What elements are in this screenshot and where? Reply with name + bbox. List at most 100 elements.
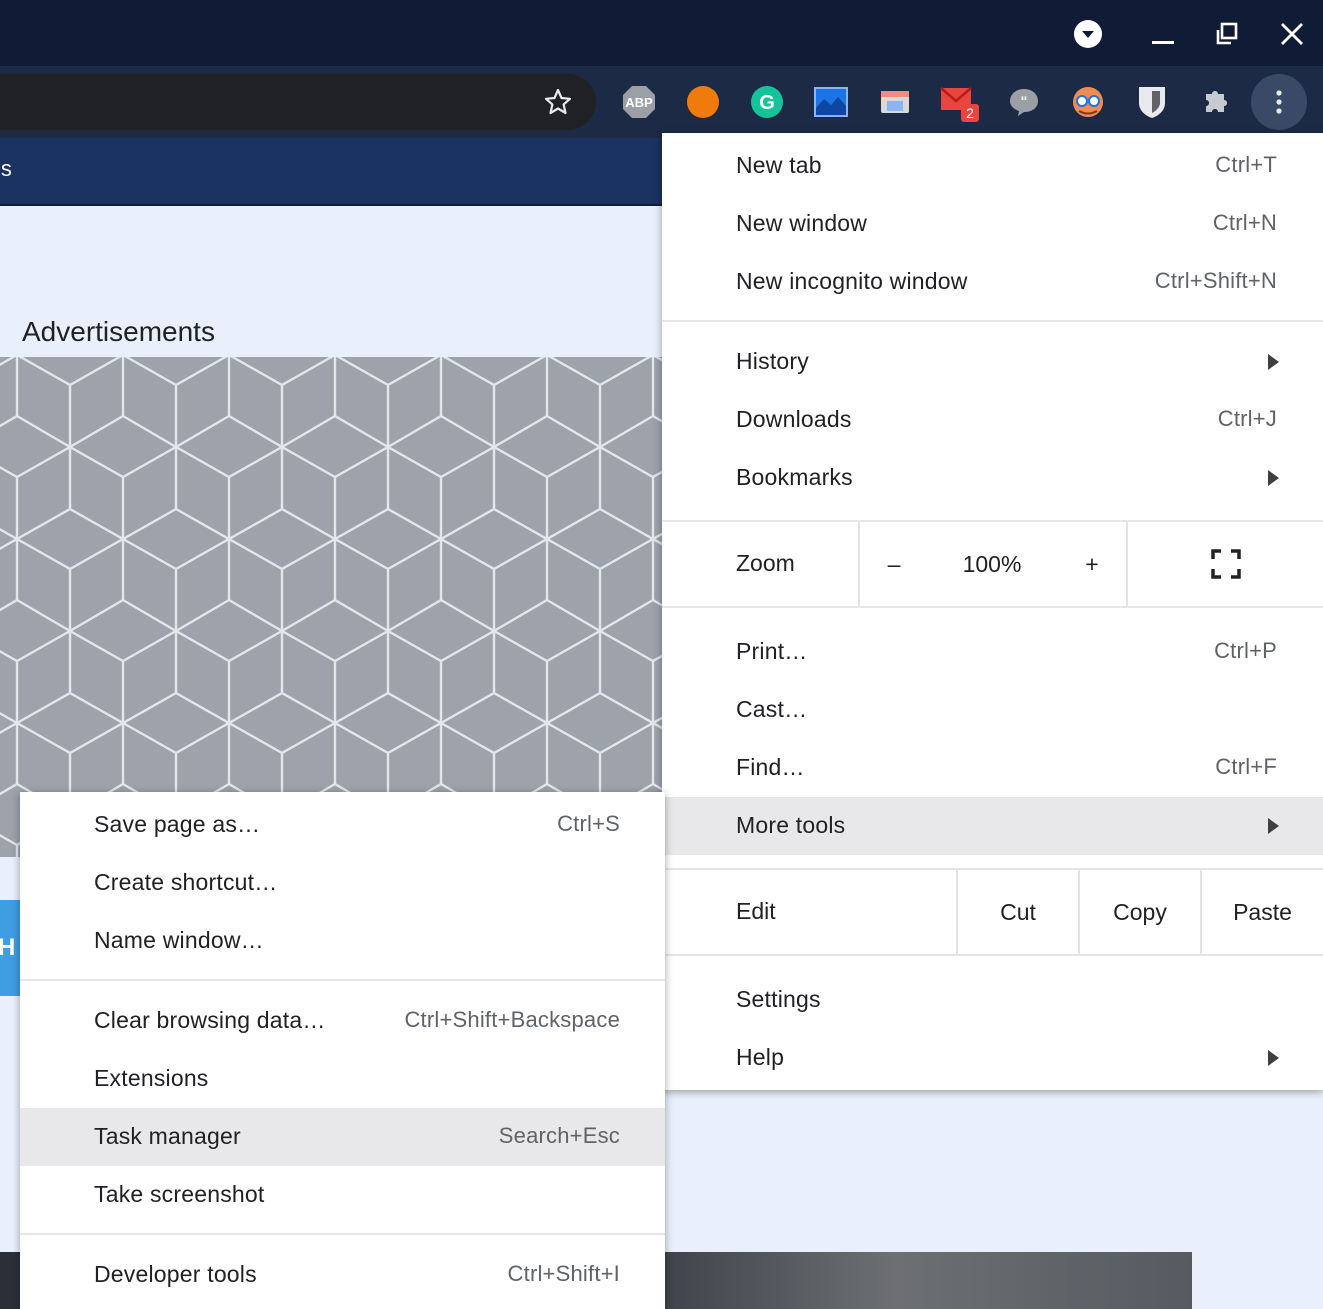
- menu-separator: [662, 954, 1323, 956]
- zoom-label: Zoom: [736, 550, 795, 576]
- copy-button[interactable]: Copy: [1078, 870, 1200, 954]
- menu-item-new-tab[interactable]: New tab Ctrl+T: [662, 137, 1323, 195]
- menu-item-label: Save page as…: [94, 811, 261, 837]
- orange-extension-button[interactable]: [683, 82, 723, 122]
- submenu-arrow-icon: [1268, 1050, 1279, 1066]
- menu-item-find[interactable]: Find… Ctrl+F: [662, 739, 1323, 797]
- address-bar[interactable]: [0, 74, 596, 130]
- fullscreen-icon: [1210, 549, 1241, 579]
- zoom-level: 100%: [962, 550, 1022, 577]
- paste-button[interactable]: Paste: [1200, 870, 1323, 954]
- abp-extension-button[interactable]: ABP: [619, 82, 659, 122]
- chrome-main-menu: New tab Ctrl+T New window Ctrl+N New inc…: [662, 133, 1323, 1090]
- menu-item-label: Clear browsing data…: [94, 1007, 326, 1033]
- menu-item-create-shortcut[interactable]: Create shortcut…: [20, 854, 665, 912]
- bookmark-star-button[interactable]: [538, 84, 578, 120]
- site-nav-link[interactable]: js: [0, 156, 12, 182]
- menu-item-take-screenshot[interactable]: Take screenshot: [20, 1166, 665, 1224]
- restore-button[interactable]: [1205, 12, 1249, 56]
- edit-label: Edit: [736, 898, 776, 924]
- extensions-button[interactable]: [1196, 82, 1236, 122]
- menu-item-name-window[interactable]: Name window…: [20, 912, 665, 970]
- menu-item-history[interactable]: History: [662, 333, 1323, 391]
- minimize-icon: [1152, 41, 1174, 44]
- menu-item-label: Name window…: [94, 927, 264, 953]
- svg-text:2: 2: [966, 105, 974, 121]
- menu-separator: [20, 979, 665, 981]
- menu-item-shortcut: Ctrl+Shift+N: [1154, 268, 1277, 293]
- menu-separator: [20, 1233, 665, 1235]
- star-icon: [544, 88, 572, 115]
- window-extension-button[interactable]: [875, 82, 915, 122]
- advertisement-banner[interactable]: [0, 357, 662, 857]
- menu-item-label: Bookmarks: [736, 464, 853, 490]
- more-tools-submenu: Save page as… Ctrl+S Create shortcut… Na…: [20, 792, 665, 1309]
- menu-item-save-page-as[interactable]: Save page as… Ctrl+S: [20, 796, 665, 854]
- menu-item-print[interactable]: Print… Ctrl+P: [662, 623, 1323, 681]
- edit-row: Edit Cut Copy Paste: [662, 870, 1323, 954]
- svg-text:G: G: [759, 92, 775, 114]
- menu-item-extensions[interactable]: Extensions: [20, 1050, 665, 1108]
- menu-item-developer-tools[interactable]: Developer tools Ctrl+Shift+I: [20, 1246, 665, 1304]
- menu-item-label: New tab: [736, 152, 822, 178]
- fullscreen-button[interactable]: [1126, 522, 1323, 606]
- menu-item-shortcut: Search+Esc: [498, 1123, 620, 1148]
- screenshot-extension-icon: [814, 87, 848, 117]
- menu-item-label: New window: [736, 210, 868, 236]
- avatar-extension-button[interactable]: [1068, 82, 1108, 122]
- menu-item-shortcut: Ctrl+S: [557, 811, 620, 836]
- menu-item-label: Downloads: [736, 406, 852, 432]
- menu-item-bookmarks[interactable]: Bookmarks: [662, 449, 1323, 507]
- submenu-arrow-icon: [1268, 470, 1279, 486]
- menu-item-label: Find…: [736, 754, 805, 780]
- advertisements-heading: Advertisements: [22, 316, 215, 347]
- chrome-menu-button[interactable]: [1251, 74, 1307, 130]
- menu-item-settings[interactable]: Settings: [662, 971, 1323, 1029]
- zoom-out-button[interactable]: –: [858, 522, 928, 606]
- close-window-button[interactable]: [1270, 12, 1314, 56]
- window-extension-icon: [881, 91, 909, 113]
- menu-item-label: Settings: [736, 986, 821, 1012]
- submenu-arrow-icon: [1268, 818, 1279, 834]
- title-bar: [0, 0, 1323, 66]
- tab-search-button[interactable]: [1066, 12, 1110, 56]
- minimize-button[interactable]: [1141, 12, 1185, 56]
- menu-item-more-tools[interactable]: More tools: [662, 797, 1323, 855]
- quote-extension-button[interactable]: ": [1004, 82, 1044, 122]
- vertical-dots-icon: [1276, 90, 1282, 114]
- menu-item-label: More tools: [736, 812, 846, 838]
- shield-extension-button[interactable]: [1132, 82, 1172, 122]
- puzzle-icon: [1206, 91, 1227, 112]
- menu-item-label: Cast…: [736, 696, 808, 722]
- menu-item-clear-browsing-data[interactable]: Clear browsing data… Ctrl+Shift+Backspac…: [20, 992, 665, 1050]
- abp-icon: ABP: [623, 86, 655, 118]
- grammarly-extension-button[interactable]: G: [747, 82, 787, 122]
- grammarly-icon: G: [751, 86, 783, 118]
- cube-pattern-image: [0, 357, 662, 857]
- svg-text:": ": [1021, 93, 1028, 109]
- menu-item-shortcut: Ctrl+F: [1215, 754, 1277, 779]
- side-tab[interactable]: H: [0, 900, 22, 996]
- menu-item-shortcut: Ctrl+P: [1214, 638, 1277, 663]
- menu-item-shortcut: Ctrl+J: [1217, 406, 1277, 431]
- menu-item-shortcut: Ctrl+T: [1215, 152, 1277, 177]
- restore-icon: [1216, 22, 1238, 45]
- menu-item-new-window[interactable]: New window Ctrl+N: [662, 195, 1323, 253]
- menu-item-help[interactable]: Help: [662, 1029, 1323, 1087]
- menu-item-task-manager[interactable]: Task manager Search+Esc: [20, 1108, 665, 1166]
- menu-item-downloads[interactable]: Downloads Ctrl+J: [662, 391, 1323, 449]
- menu-item-shortcut: Ctrl+Shift+I: [507, 1261, 620, 1286]
- menu-item-label: Create shortcut…: [94, 869, 278, 895]
- menu-item-shortcut: Ctrl+Shift+Backspace: [404, 1007, 620, 1032]
- cut-button[interactable]: Cut: [956, 870, 1078, 954]
- zoom-row: Zoom – 100% +: [662, 522, 1323, 606]
- zoom-in-button[interactable]: +: [1058, 522, 1126, 606]
- mail-extension-button[interactable]: 2: [939, 82, 979, 122]
- screenshot-extension-button[interactable]: [811, 82, 851, 122]
- menu-item-label: Print…: [736, 638, 808, 664]
- menu-item-label: Extensions: [94, 1065, 209, 1091]
- menu-item-new-incognito-window[interactable]: New incognito window Ctrl+Shift+N: [662, 253, 1323, 311]
- svg-text:ABP: ABP: [625, 95, 653, 110]
- menu-item-cast[interactable]: Cast…: [662, 681, 1323, 739]
- menu-item-label: Take screenshot: [94, 1181, 265, 1207]
